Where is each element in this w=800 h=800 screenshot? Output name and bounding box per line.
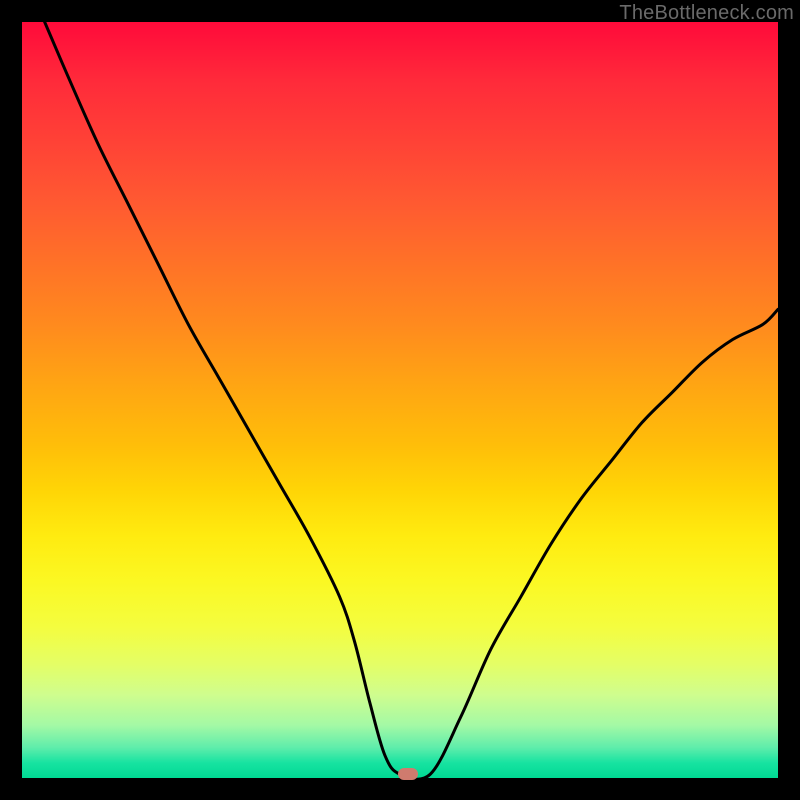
bottleneck-curve bbox=[22, 22, 778, 778]
minimum-marker bbox=[398, 768, 418, 780]
watermark-text: TheBottleneck.com bbox=[619, 2, 794, 25]
chart-frame bbox=[22, 22, 778, 778]
